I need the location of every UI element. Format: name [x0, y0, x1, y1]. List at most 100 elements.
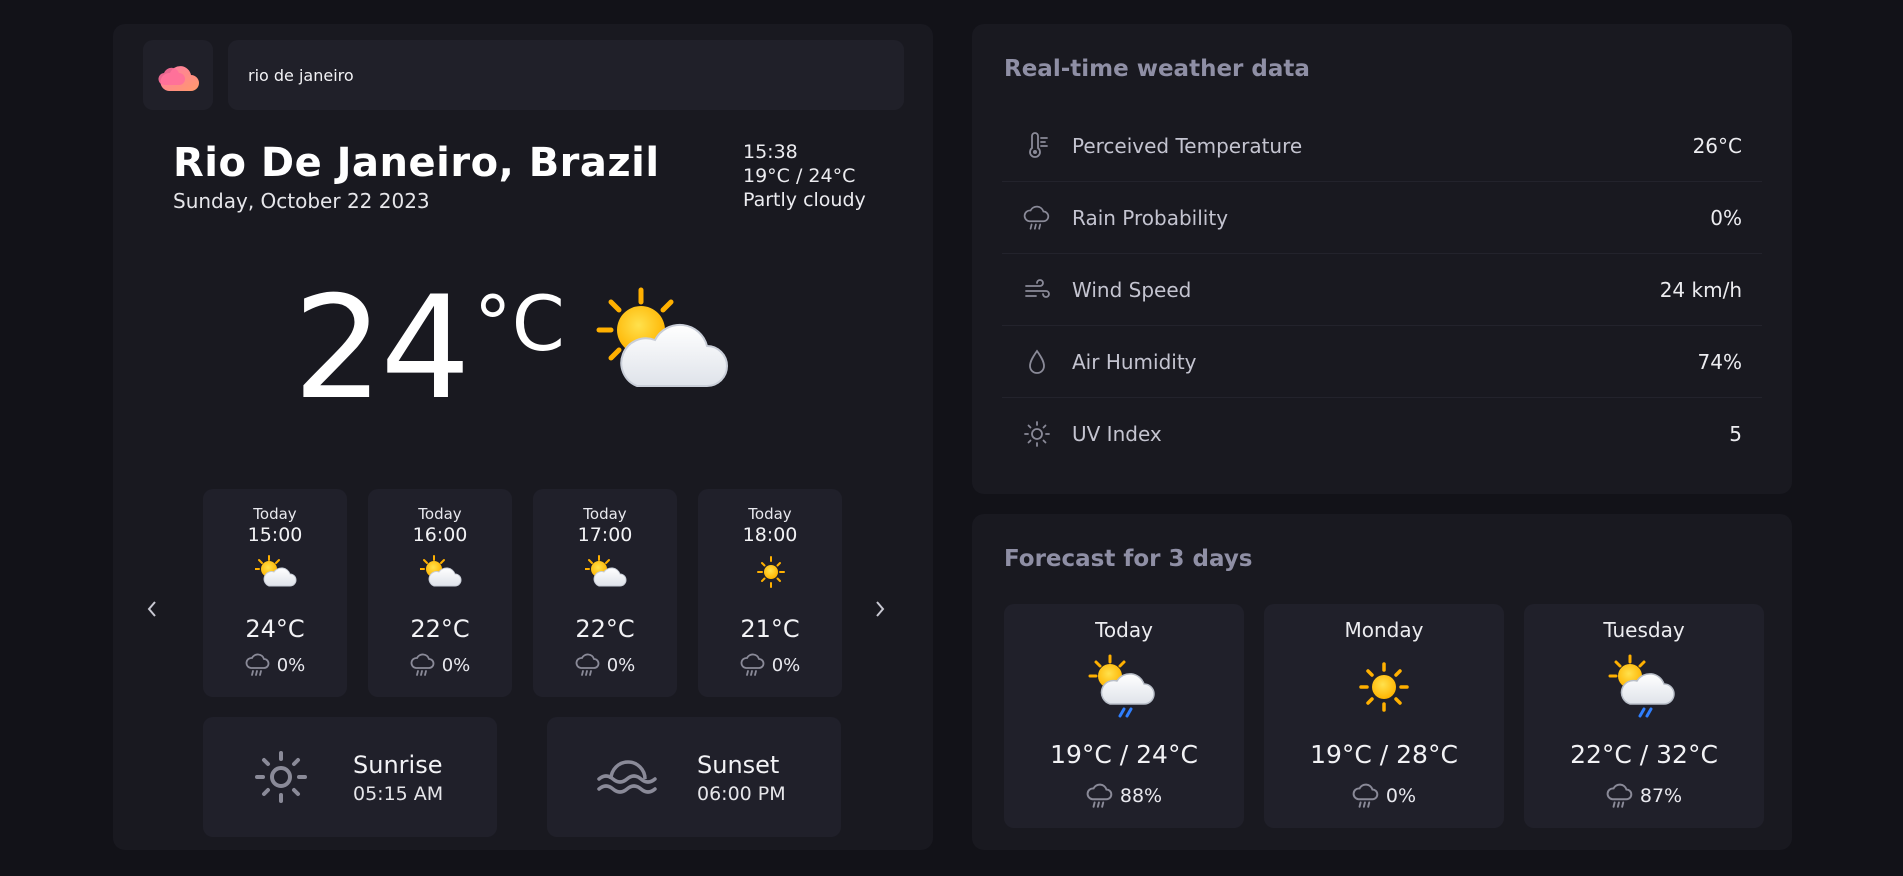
realtime-row: Rain Probability 0%	[1002, 182, 1762, 254]
rain-cloud-icon	[740, 653, 765, 676]
realtime-row: Wind Speed 24 km/h	[1002, 254, 1762, 326]
forecast-panel: Forecast for 3 days Today 19°C / 24°C 88…	[972, 514, 1792, 850]
partly-cloudy-icon	[585, 555, 627, 587]
rain-cloud-icon	[410, 653, 435, 676]
hourly-temp: 24°C	[245, 615, 305, 643]
realtime-value: 24 km/h	[1659, 277, 1742, 302]
current-meta: 15:38 19°C / 24°C Partly cloudy	[743, 140, 866, 212]
hourly-time: 15:00	[247, 524, 303, 546]
current-date: Sunday, October 22 2023	[173, 189, 430, 213]
sun-cloud-rain-icon	[1608, 654, 1675, 718]
thermometer-icon	[1029, 131, 1048, 158]
current-condition: Partly cloudy	[743, 189, 866, 211]
hourly-card[interactable]: Today 18:00 21°C 0%	[698, 489, 842, 697]
hourly-rain-value: 0%	[276, 654, 306, 676]
sunset-card: Sunset 06:00 PM	[547, 717, 841, 837]
hourly-rain-value: 0%	[441, 654, 471, 676]
forecast-rain: 88%	[1004, 782, 1244, 810]
forecast-title: Forecast for 3 days	[1004, 546, 1253, 572]
city-search-input[interactable]	[228, 40, 904, 110]
forecast-card[interactable]: Monday 19°C / 28°C 0%	[1264, 604, 1504, 828]
hourly-time: 17:00	[577, 524, 633, 546]
sun-outline-icon	[1024, 421, 1050, 447]
current-range: 19°C / 24°C	[743, 165, 856, 187]
sun-icon	[1359, 662, 1409, 712]
rain-cloud-icon	[1086, 783, 1113, 808]
sunrise-card: Sunrise 05:15 AM	[203, 717, 497, 837]
realtime-value: 5	[1729, 422, 1742, 446]
realtime-value: 0%	[1710, 205, 1742, 230]
forecast-rain-value: 87%	[1639, 785, 1683, 807]
cloud-logo-icon	[158, 66, 199, 91]
city-title: Rio De Janeiro, Brazil	[173, 140, 660, 186]
realtime-label: Wind Speed	[1072, 277, 1192, 302]
rain-cloud-icon	[245, 653, 270, 676]
rain-cloud-icon	[1606, 783, 1633, 808]
sunset-time: 06:00 PM	[697, 783, 786, 805]
current-time: 15:38	[743, 141, 798, 163]
sunrise-icon	[255, 751, 307, 803]
rain-cloud-icon	[1023, 205, 1050, 230]
realtime-label: Rain Probability	[1072, 205, 1229, 230]
realtime-panel: Real-time weather data Perceived Tempera…	[972, 24, 1792, 494]
forecast-rain: 0%	[1264, 782, 1504, 810]
main-weather-panel: Rio De Janeiro, Brazil Sunday, October 2…	[113, 24, 933, 850]
partly-cloudy-icon	[255, 555, 297, 587]
forecast-rain-value: 88%	[1119, 785, 1163, 807]
forecast-range: 22°C / 32°C	[1570, 740, 1718, 769]
hourly-day: Today	[748, 505, 792, 523]
hourly-time: 16:00	[412, 524, 468, 546]
hourly-next-button[interactable]	[865, 579, 895, 639]
sunrise-time: 05:15 AM	[353, 783, 444, 805]
sunset-icon	[597, 760, 657, 794]
hourly-day: Today	[418, 505, 462, 523]
hourly-rain: 0%	[533, 652, 677, 678]
partly-cloudy-icon	[420, 555, 462, 587]
forecast-rain-value: 0%	[1385, 785, 1417, 807]
hourly-day: Today	[583, 505, 627, 523]
forecast-day: Monday	[1344, 618, 1424, 642]
current-temp-value: 24	[293, 266, 471, 431]
rain-cloud-icon	[575, 653, 600, 676]
hourly-time: 18:00	[742, 524, 798, 546]
hourly-card[interactable]: Today 17:00 22°C 0%	[533, 489, 677, 697]
chevron-right-icon	[876, 601, 885, 617]
wind-icon	[1025, 278, 1050, 298]
hourly-card[interactable]: Today 15:00 24°C 0%	[203, 489, 347, 697]
forecast-rain: 87%	[1524, 782, 1764, 810]
sun-icon	[757, 556, 785, 588]
forecast-range: 19°C / 28°C	[1310, 740, 1458, 769]
hourly-rain-value: 0%	[606, 654, 636, 676]
forecast-card[interactable]: Tuesday 22°C / 32°C 87%	[1524, 604, 1764, 828]
sunrise-label: Sunrise	[353, 751, 443, 779]
forecast-card[interactable]: Today 19°C / 24°C 88%	[1004, 604, 1244, 828]
current-temperature: 24 °C	[293, 274, 565, 424]
realtime-title: Real-time weather data	[1004, 56, 1310, 82]
realtime-label: Air Humidity	[1072, 349, 1197, 374]
realtime-value: 74%	[1697, 349, 1742, 374]
hourly-temp: 21°C	[740, 615, 800, 643]
forecast-day: Tuesday	[1603, 618, 1685, 642]
app-logo[interactable]	[143, 40, 213, 110]
realtime-value: 26°C	[1692, 133, 1742, 158]
sunset-label: Sunset	[697, 751, 780, 779]
hourly-rain: 0%	[368, 652, 512, 678]
rain-cloud-icon	[1352, 783, 1379, 808]
droplet-icon	[1029, 348, 1045, 374]
hourly-temp: 22°C	[410, 615, 470, 643]
realtime-label: Perceived Temperature	[1072, 133, 1303, 158]
forecast-range: 19°C / 24°C	[1050, 740, 1198, 769]
chevron-left-icon	[147, 601, 156, 617]
realtime-row: Air Humidity 74%	[1002, 326, 1762, 398]
realtime-row: Perceived Temperature 26°C	[1002, 110, 1762, 182]
realtime-row: UV Index 5	[1002, 398, 1762, 470]
hourly-day: Today	[253, 505, 297, 523]
hourly-prev-button[interactable]	[137, 579, 167, 639]
hourly-rain: 0%	[203, 652, 347, 678]
hourly-card[interactable]: Today 16:00 22°C 0%	[368, 489, 512, 697]
forecast-day: Today	[1095, 618, 1153, 642]
sun-cloud-rain-icon	[1088, 654, 1155, 718]
realtime-label: UV Index	[1072, 422, 1162, 446]
partly-cloudy-icon	[596, 287, 728, 387]
hourly-temp: 22°C	[575, 615, 635, 643]
